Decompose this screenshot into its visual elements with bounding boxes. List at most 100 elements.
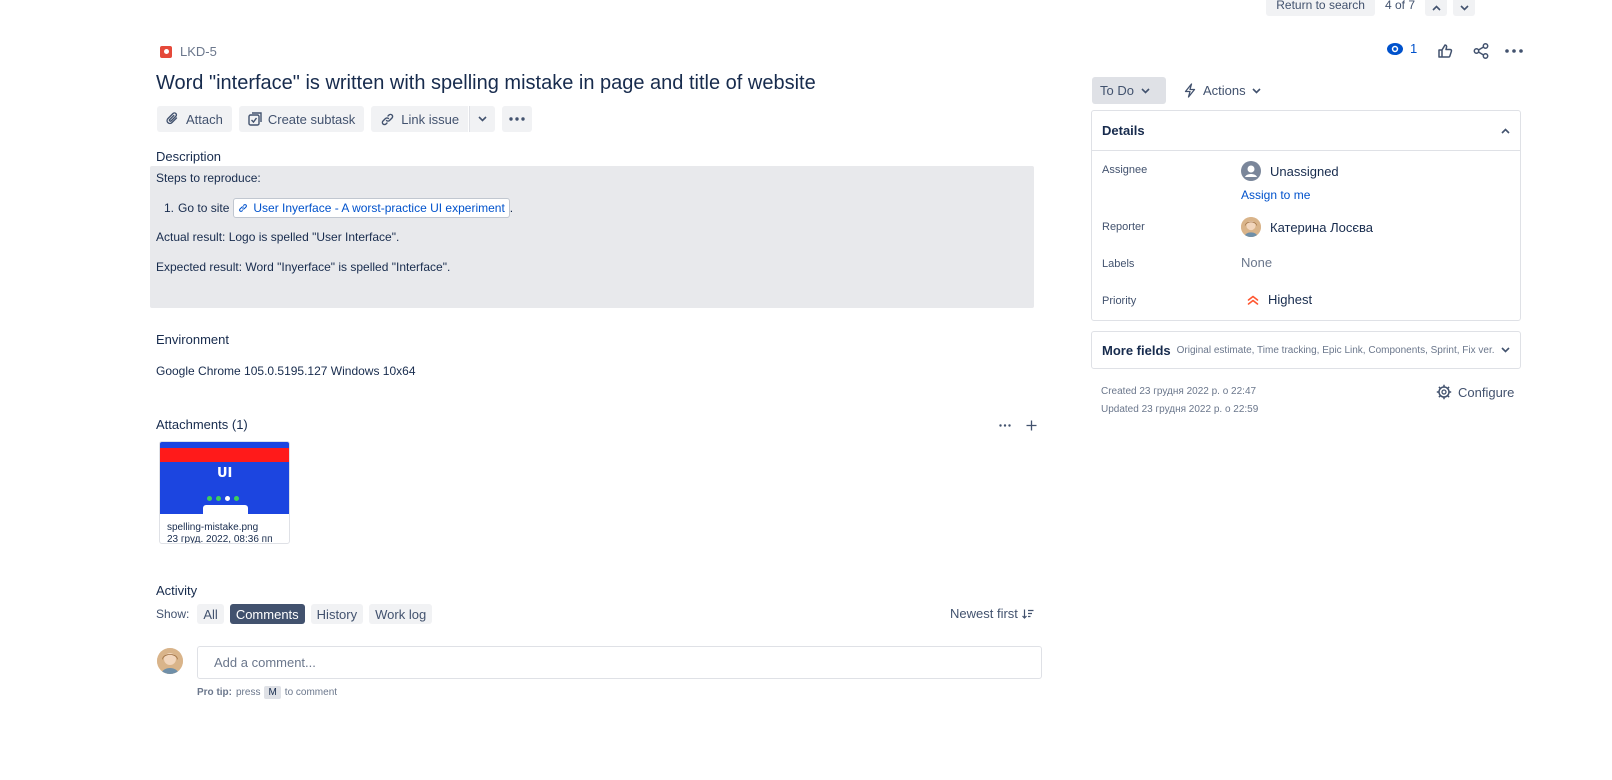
link-icon <box>381 113 394 125</box>
filter-comments[interactable]: Comments <box>229 604 305 624</box>
more-fields-title: More fields <box>1102 342 1171 358</box>
avatar <box>157 648 183 674</box>
issue-navigator: Return to search 4 of 7 <box>1266 0 1475 16</box>
description-heading: Description <box>156 149 222 164</box>
details-panel: Details Assignee Unassigned Assign to me… <box>1091 110 1521 321</box>
issue-key-link[interactable]: LKD-5 <box>180 44 217 59</box>
thumbnail-dot <box>207 496 212 501</box>
priority-highest-icon <box>1247 295 1259 305</box>
reporter-value[interactable]: Катерина Лосєва <box>1241 217 1373 237</box>
filter-work-log[interactable]: Work log <box>369 604 433 624</box>
reporter-avatar-image <box>1241 217 1261 237</box>
more-actions-button[interactable] <box>1504 42 1524 60</box>
pro-tip-label: Pro tip: <box>197 687 232 698</box>
description-expected: Expected result: Word "Inyerface" is spe… <box>156 260 451 274</box>
attachment-card[interactable]: UI spelling-mistake.png 23 груд. 2022, 0… <box>159 441 290 544</box>
details-header[interactable]: Details <box>1092 111 1520 151</box>
more-icon <box>1505 49 1523 53</box>
return-to-search-label: Return to search <box>1276 0 1365 12</box>
priority-value[interactable]: Highest <box>1247 292 1312 307</box>
reporter-label: Reporter <box>1102 221 1145 233</box>
environment-value[interactable]: Google Chrome 105.0.5195.127 Windows 10x… <box>156 364 416 378</box>
chevron-down-icon <box>478 116 487 122</box>
like-button[interactable] <box>1436 42 1454 60</box>
previous-issue-button[interactable] <box>1425 0 1447 16</box>
environment-heading: Environment <box>156 332 229 347</box>
unassigned-avatar-icon <box>1241 161 1261 181</box>
avatar <box>1241 217 1261 237</box>
step-trailer: . <box>509 201 514 215</box>
chevron-up-icon <box>1431 5 1441 11</box>
status-dropdown[interactable]: To Do <box>1092 77 1166 104</box>
attachments-heading: Attachments (1) <box>156 417 248 432</box>
attach-label: Attach <box>186 111 223 127</box>
chevron-up-icon <box>1501 127 1510 134</box>
lightning-icon <box>1184 83 1196 98</box>
next-issue-button[interactable] <box>1453 0 1475 16</box>
more-toolbar-button[interactable] <box>502 106 533 132</box>
create-subtask-label: Create subtask <box>267 111 356 127</box>
subtask-icon <box>248 112 262 126</box>
add-attachment-button[interactable] <box>1023 417 1039 433</box>
link-issue-button[interactable]: Link issue <box>371 106 469 132</box>
watchers-count: 1 <box>1410 41 1418 56</box>
site-smart-link[interactable]: User Inyerface - A worst-practice UI exp… <box>233 198 510 218</box>
step-number: 1. <box>164 201 175 215</box>
attachment-thumbnail: UI <box>160 442 289 514</box>
user-avatar-image <box>157 648 183 674</box>
chevron-down-icon <box>1459 5 1469 11</box>
link-issue-dropdown[interactable] <box>469 106 496 132</box>
description-step: 1. Go to site User Inyerface - A worst-p… <box>164 198 513 218</box>
comment-input[interactable]: Add a comment... <box>197 646 1042 679</box>
filter-history[interactable]: History <box>310 604 364 624</box>
updated-date: Updated 23 грудня 2022 р. о 22:59 <box>1101 404 1259 415</box>
breadcrumb: LKD-5 <box>160 44 217 59</box>
sort-order-label: Newest first <box>950 606 1018 621</box>
labels-label: Labels <box>1102 258 1135 270</box>
return-to-search-button[interactable]: Return to search <box>1266 0 1375 16</box>
sort-order-button[interactable]: Newest first <box>950 606 1034 621</box>
plus-icon <box>1026 420 1036 430</box>
paperclip-icon <box>166 112 178 125</box>
watch-button[interactable]: 1 <box>1386 41 1417 56</box>
attachment-date: 23 груд. 2022, 08:36 пп <box>167 534 273 544</box>
filter-all[interactable]: All <box>197 604 224 624</box>
more-fields-panel[interactable]: More fields Original estimate, Time trac… <box>1091 331 1521 369</box>
actions-dropdown[interactable]: Actions <box>1183 77 1261 104</box>
actions-label: Actions <box>1203 83 1246 98</box>
thumbnail-dot <box>234 496 239 501</box>
assignee-value[interactable]: Unassigned <box>1241 161 1339 181</box>
more-icon <box>999 423 1011 427</box>
create-subtask-button[interactable]: Create subtask <box>238 106 365 132</box>
assignee-name: Unassigned <box>1270 163 1339 179</box>
chevron-down-icon <box>1141 87 1150 94</box>
chevron-down-icon <box>1252 87 1261 94</box>
eye-icon <box>1387 42 1403 55</box>
labels-value[interactable]: None <box>1241 255 1272 270</box>
activity-filter: Show: All Comments History Work log <box>156 604 433 624</box>
like-icon <box>1438 44 1453 58</box>
more-icon <box>509 117 525 121</box>
show-label: Show: <box>156 607 190 621</box>
thumbnail-header-bar <box>160 448 289 462</box>
thumbnail-logo-text: UI <box>217 466 233 481</box>
issue-position-count: 4 of 7 <box>1384 0 1415 12</box>
thumbnail-dot <box>216 496 221 501</box>
pro-tip-to-comment: to comment <box>284 687 338 698</box>
gear-icon <box>1436 384 1452 400</box>
priority-label: Priority <box>1102 295 1137 307</box>
issue-summary[interactable]: Word "interface" is written with spellin… <box>156 72 816 95</box>
attach-button[interactable]: Attach <box>157 106 232 132</box>
reporter-name: Катерина Лосєва <box>1270 219 1373 235</box>
attachment-name: spelling-mistake.png <box>167 522 259 533</box>
created-date: Created 23 грудня 2022 р. о 22:47 <box>1101 386 1257 397</box>
chevron-down-icon <box>1501 347 1510 353</box>
assign-to-me-link[interactable]: Assign to me <box>1241 188 1310 202</box>
attachments-more-button[interactable] <box>996 418 1014 432</box>
configure-button[interactable]: Configure <box>1436 384 1514 400</box>
priority-name: Highest <box>1268 292 1313 307</box>
share-button[interactable] <box>1472 42 1490 60</box>
status-label: To Do <box>1100 83 1134 98</box>
assignee-label: Assignee <box>1102 164 1148 176</box>
sort-icon <box>1021 609 1034 619</box>
